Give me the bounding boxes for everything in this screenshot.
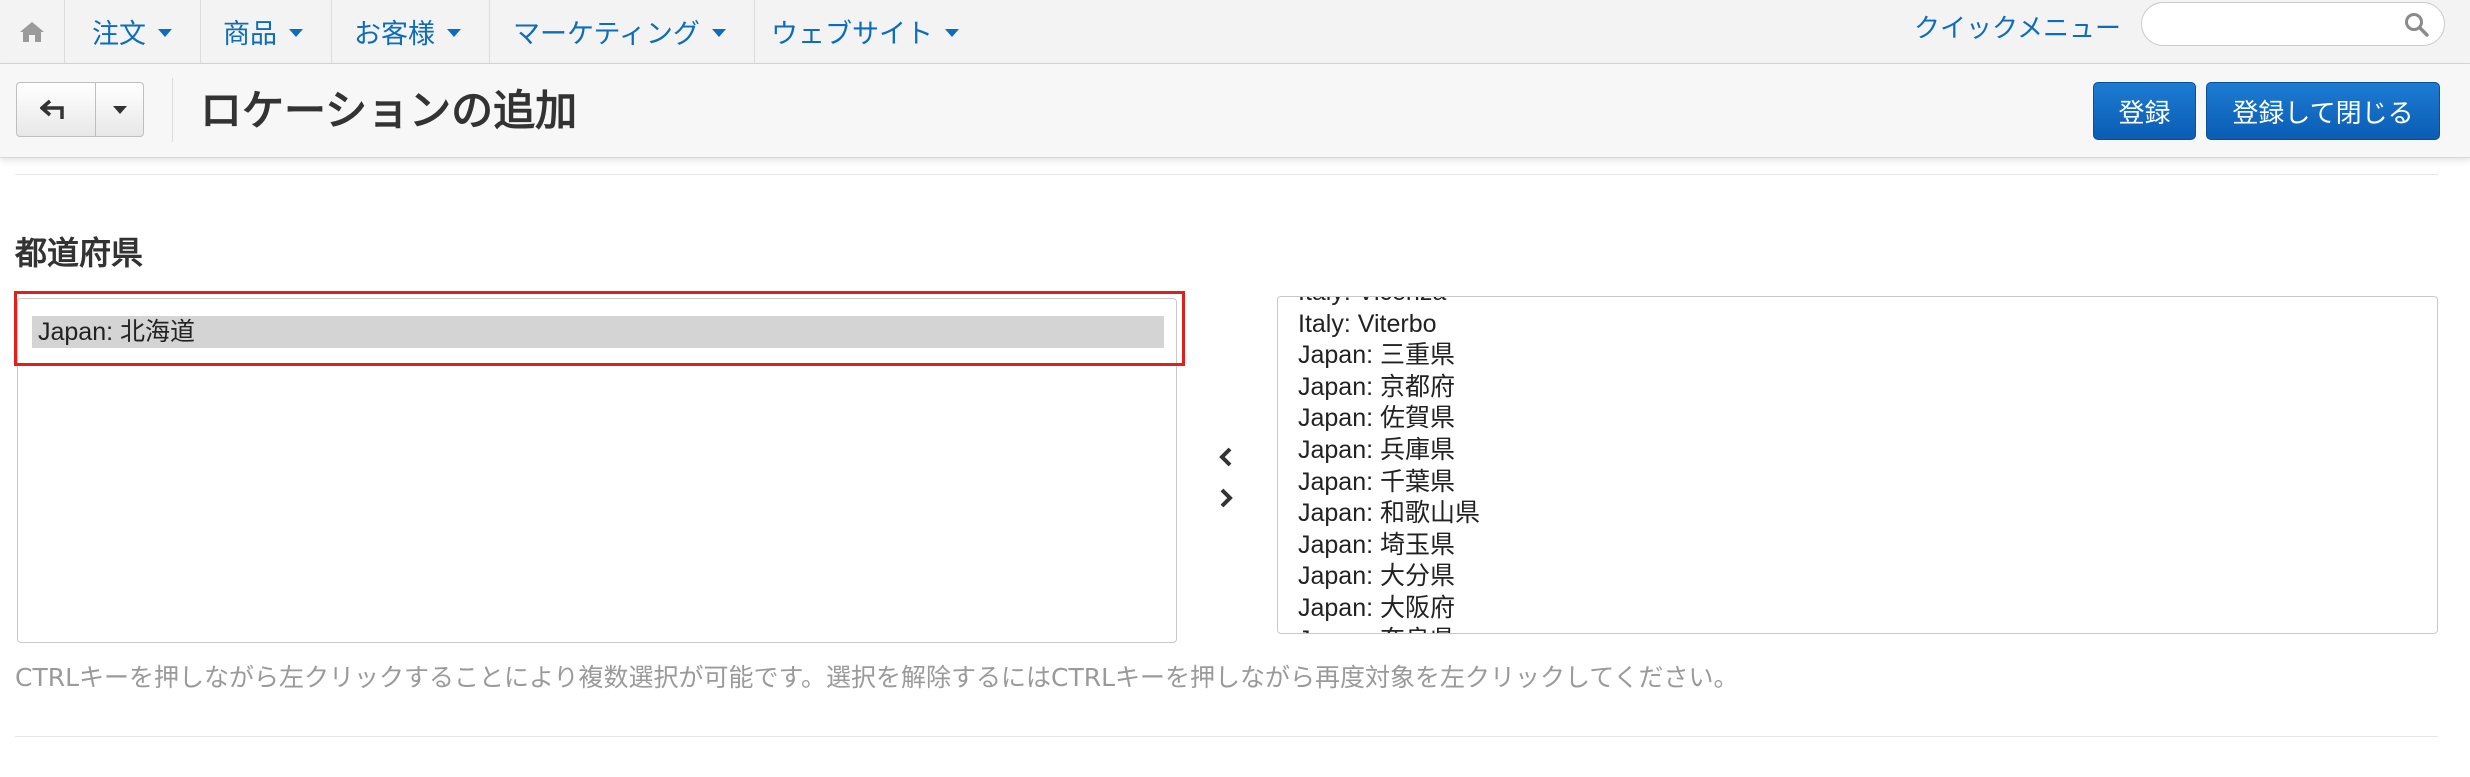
list-item[interactable]: Japan: 埼玉県 <box>1298 530 1480 562</box>
list-item[interactable]: Japan: 奈良県 <box>1298 625 1480 633</box>
chevron-left-icon <box>1219 447 1232 467</box>
list-item[interactable]: Japan: 大分県 <box>1298 561 1480 593</box>
chevron-down-icon <box>112 105 127 114</box>
list-item[interactable]: Japan: 兵庫県 <box>1298 435 1480 467</box>
list-item[interactable]: Japan: 大阪府 <box>1298 593 1480 625</box>
divider <box>15 174 2438 175</box>
search-box <box>2141 2 2445 46</box>
back-dropdown-button[interactable] <box>96 83 143 136</box>
chevron-right-icon <box>1220 488 1233 508</box>
save-button[interactable]: 登録 <box>2093 82 2196 140</box>
nav-menu-website[interactable]: ウェブサイト <box>743 0 987 63</box>
divider <box>15 736 2438 737</box>
list-item[interactable]: Japan: 三重県 <box>1298 340 1480 372</box>
home-link[interactable] <box>0 0 65 63</box>
section-label: 都道府県 <box>15 234 144 272</box>
nav-menu-marketing[interactable]: マーケティング <box>485 0 755 63</box>
nav-menu-label: お客様 <box>354 19 435 50</box>
back-arrow-icon <box>40 99 64 119</box>
chevron-down-icon <box>711 29 726 37</box>
list-item[interactable]: Japan: 北海道 <box>32 316 1164 348</box>
chevron-down-icon <box>447 29 461 37</box>
action-header: ロケーションの追加 登録 登録して閉じる <box>0 64 2470 158</box>
nav-menu-label: 注文 <box>92 19 146 50</box>
save-and-close-button[interactable]: 登録して閉じる <box>2206 82 2440 140</box>
home-icon <box>20 21 44 42</box>
top-navbar: 注文 商品 お客様 マーケティング ウェブサイト クイックメニュー <box>0 0 2470 64</box>
nav-menu-label: 商品 <box>223 19 277 50</box>
list-item[interactable]: Japan: 京都府 <box>1298 372 1480 404</box>
help-text: CTRLキーを押しながら左クリックすることにより複数選択が可能です。選択を解除す… <box>15 663 1739 692</box>
nav-menu-products[interactable]: 商品 <box>195 0 332 63</box>
chevron-down-icon <box>289 29 303 37</box>
move-left-button[interactable] <box>1214 442 1238 472</box>
list-item[interactable]: Italy: Vicenza <box>1298 297 1480 309</box>
header-divider <box>172 78 173 142</box>
list-options: Italy: Vicenza Italy: Viterbo Japan: 三重県… <box>1298 297 1480 633</box>
nav-menu-orders[interactable]: 注文 <box>64 0 201 63</box>
selected-prefectures-list[interactable]: Japan: 北海道 <box>17 298 1177 643</box>
search-input[interactable] <box>2160 9 2394 41</box>
list-item[interactable]: Japan: 和歌山県 <box>1298 498 1480 530</box>
nav-menu-label: マーケティング <box>513 19 700 50</box>
list-item[interactable]: Japan: 千葉県 <box>1298 467 1480 499</box>
list-item[interactable]: Italy: Viterbo <box>1298 309 1480 341</box>
list-item[interactable]: Japan: 佐賀県 <box>1298 403 1480 435</box>
back-button-group <box>16 82 144 137</box>
nav-menu-label: ウェブサイト <box>771 19 933 50</box>
quick-menu-link[interactable]: クイックメニュー <box>1914 0 2121 53</box>
page-title: ロケーションの追加 <box>200 86 578 135</box>
move-right-button[interactable] <box>1214 483 1238 513</box>
search-icon[interactable] <box>2404 12 2430 38</box>
available-prefectures-list[interactable]: Italy: Vicenza Italy: Viterbo Japan: 三重県… <box>1277 296 2438 634</box>
back-button[interactable] <box>17 83 96 136</box>
chevron-down-icon <box>158 29 172 37</box>
nav-menu-customers[interactable]: お客様 <box>326 0 490 63</box>
chevron-down-icon <box>945 29 959 37</box>
